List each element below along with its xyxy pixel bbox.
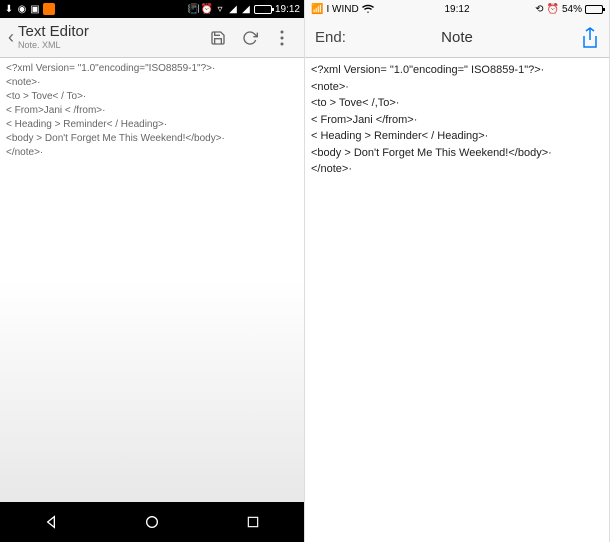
code-line: <note>· bbox=[311, 79, 603, 96]
ios-status-bar: 📶 I WIND 19:12 ⟲ ⏰ 54% bbox=[305, 0, 609, 18]
share-icon bbox=[581, 27, 599, 49]
circle-home-icon bbox=[144, 514, 160, 530]
code-line: </note>· bbox=[311, 161, 603, 178]
wifi-svg-icon bbox=[362, 4, 374, 14]
rotation-lock-icon: ⟲ bbox=[535, 4, 543, 15]
battery-percent: 54% bbox=[562, 4, 582, 15]
nav-title: Note bbox=[441, 29, 473, 46]
code-line: </note>· bbox=[6, 146, 298, 160]
wifi-icon: ▿ bbox=[215, 4, 225, 14]
code-line: < From>Jani < /from>· bbox=[6, 104, 298, 118]
android-status-bar: ⬇ ◉ ▣ 📳 ⏰ ▿ ◢ ◢ 19:12 bbox=[0, 0, 304, 18]
more-icon bbox=[280, 30, 284, 46]
battery-icon bbox=[254, 5, 272, 14]
android-nav-bar bbox=[0, 502, 304, 542]
vibrate-icon: 📳 bbox=[189, 4, 199, 14]
code-line: <?xml Version= "1.0"encoding="ISO8859-1"… bbox=[6, 62, 298, 76]
battery-icon bbox=[585, 5, 603, 14]
android-editor-content[interactable]: <?xml Version= "1.0"encoding="ISO8859-1"… bbox=[0, 58, 304, 502]
alarm-icon: ⏰ bbox=[547, 4, 559, 15]
wifi-icon bbox=[362, 4, 374, 14]
notification-icon bbox=[43, 3, 55, 15]
code-line: < From>Jani </from>· bbox=[311, 112, 603, 129]
signal-icon: ◢ bbox=[228, 4, 238, 14]
carrier-name: I WIND bbox=[326, 4, 358, 15]
refresh-icon bbox=[242, 30, 258, 46]
app-title: Text Editor bbox=[18, 24, 200, 41]
status-time: 19:12 bbox=[275, 4, 300, 15]
signal-icon: 📶 bbox=[311, 4, 323, 15]
nav-home-button[interactable] bbox=[132, 502, 172, 542]
title-group: Text Editor Note. XML bbox=[18, 24, 200, 50]
alarm-icon: ⏰ bbox=[202, 4, 212, 14]
ios-nav-bar: End: Note bbox=[305, 18, 609, 58]
square-recent-icon bbox=[246, 515, 260, 529]
download-icon: ⬇ bbox=[4, 4, 14, 14]
ios-note-content[interactable]: <?xml Version= "1.0"encoding=" ISO8859-1… bbox=[305, 58, 609, 542]
status-right-icons: 📳 ⏰ ▿ ◢ ◢ 19:12 bbox=[189, 4, 300, 15]
android-phone: ⬇ ◉ ▣ 📳 ⏰ ▿ ◢ ◢ 19:12 ‹ Text Editor Note… bbox=[0, 0, 305, 542]
signal-icon-2: ◢ bbox=[241, 4, 251, 14]
refresh-button[interactable] bbox=[236, 24, 264, 52]
carrier-group: 📶 I WIND bbox=[311, 4, 374, 15]
code-line: < Heading > Reminder< / Heading>· bbox=[6, 118, 298, 132]
nav-recent-button[interactable] bbox=[233, 502, 273, 542]
app-icon: ◉ bbox=[17, 4, 27, 14]
share-button[interactable] bbox=[581, 27, 599, 49]
code-line: < Heading > Reminder< / Heading>· bbox=[311, 128, 603, 145]
save-button[interactable] bbox=[204, 24, 232, 52]
code-line: <?xml Version= "1.0"encoding=" ISO8859-1… bbox=[311, 62, 603, 79]
file-name: Note. XML bbox=[18, 41, 200, 51]
code-line: <to > Tove< /,To>· bbox=[311, 95, 603, 112]
back-button[interactable]: ‹ bbox=[8, 27, 14, 48]
code-line: <note>· bbox=[6, 76, 298, 90]
code-line: <body > Don't Forget Me This Weekend!</b… bbox=[6, 132, 298, 146]
ios-phone: 📶 I WIND 19:12 ⟲ ⏰ 54% End: Note <?xml V… bbox=[305, 0, 610, 542]
code-line: <to > Tove< / To>· bbox=[6, 90, 298, 104]
menu-button[interactable] bbox=[268, 24, 296, 52]
triangle-back-icon bbox=[43, 514, 59, 530]
nav-back-button[interactable] bbox=[31, 502, 71, 542]
code-line: <body > Don't Forget Me This Weekend!</b… bbox=[311, 145, 603, 162]
back-button[interactable]: End: bbox=[315, 29, 346, 46]
android-app-bar: ‹ Text Editor Note. XML bbox=[0, 18, 304, 58]
save-icon bbox=[210, 30, 226, 46]
status-right: ⟲ ⏰ 54% bbox=[535, 4, 603, 15]
camera-icon: ▣ bbox=[30, 4, 40, 14]
status-left-icons: ⬇ ◉ ▣ bbox=[4, 3, 55, 15]
status-time: 19:12 bbox=[444, 4, 469, 15]
